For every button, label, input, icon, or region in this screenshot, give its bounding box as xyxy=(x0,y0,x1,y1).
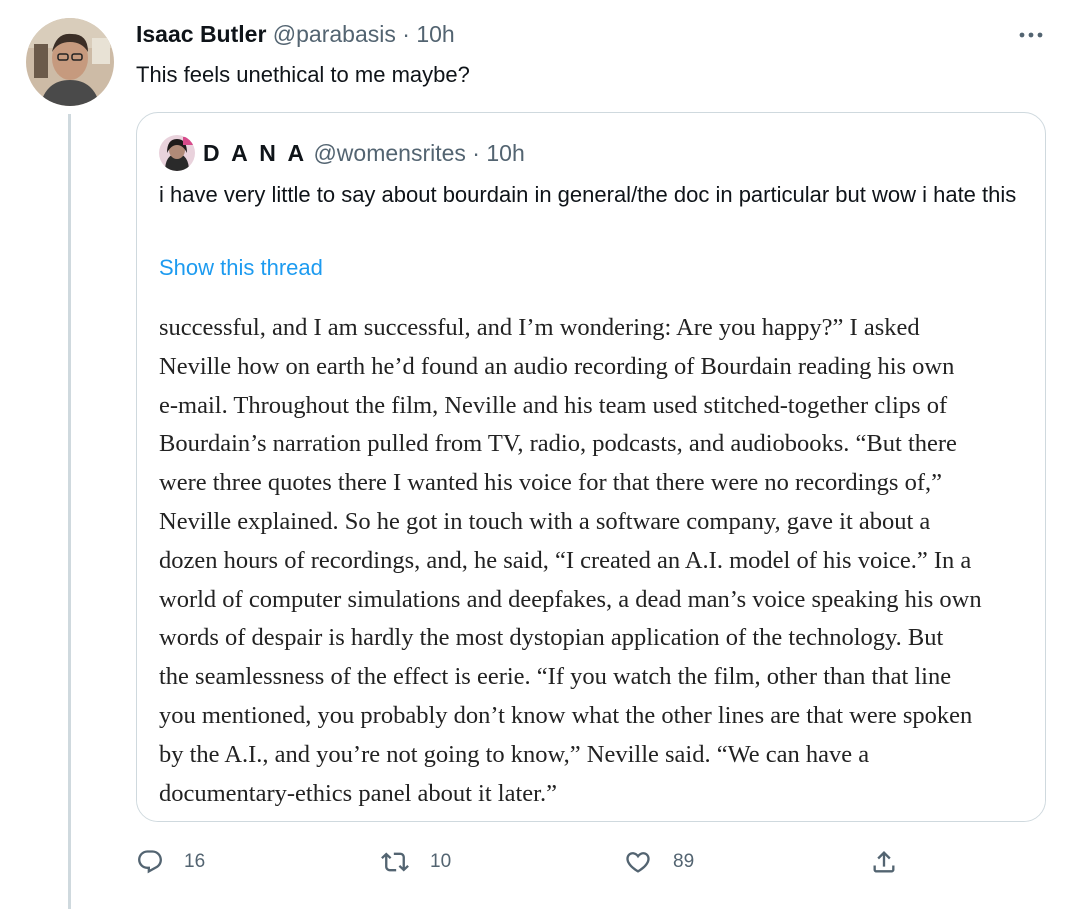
like-count: 89 xyxy=(673,851,695,872)
article-line: Neville explained. So he got in touch wi… xyxy=(159,507,931,535)
tweet-header: Isaac Butler @parabasis · 10h xyxy=(136,19,455,49)
quoted-meta-separator: · xyxy=(472,140,480,166)
reply-count: 16 xyxy=(184,851,206,872)
reply-icon xyxy=(138,850,162,874)
article-line: by the A.I., and you’re not going to kno… xyxy=(159,740,870,768)
tweet-text: This feels unethical to me maybe? xyxy=(136,62,470,87)
article-line: world of computer simulations and deepfa… xyxy=(159,585,982,613)
retweet-button[interactable]: 10 xyxy=(380,842,451,882)
tweet-time[interactable]: 10h xyxy=(416,21,454,47)
more-horizontal-icon xyxy=(1019,32,1043,38)
article-line: the seamlessness of the effect is eerie.… xyxy=(159,663,952,691)
article-line: you mentioned, you probably don’t know w… xyxy=(159,701,973,729)
quoted-author-handle[interactable]: @womensrites xyxy=(313,140,465,166)
article-line: documentary-ethics panel about it later.… xyxy=(159,779,557,807)
quoted-tweet-text: i have very little to say about bourdain… xyxy=(159,182,1017,207)
thread-line xyxy=(68,114,71,909)
quoted-author-name[interactable]: D A N A xyxy=(203,140,307,166)
share-button[interactable] xyxy=(870,842,898,882)
quoted-tweet-card[interactable]: D A N A @womensrites · 10h i have very l… xyxy=(136,112,1046,822)
article-line: were three quotes there I wanted his voi… xyxy=(159,469,942,497)
share-icon xyxy=(873,851,895,873)
article-line: words of despair is hardly the most dyst… xyxy=(159,624,944,652)
author-avatar[interactable] xyxy=(26,18,114,106)
article-line: Neville how on earth he’d found an audio… xyxy=(159,352,955,380)
article-line: successful, and I am successful, and I’m… xyxy=(159,314,920,341)
quoted-tweet-header: D A N A @womensrites · 10h xyxy=(203,139,525,167)
meta-separator: · xyxy=(402,21,410,47)
quoted-tweet-image[interactable]: successful, and I am successful, and I’m… xyxy=(137,305,1045,821)
quoted-tweet-time[interactable]: 10h xyxy=(486,140,524,166)
quoted-author-avatar[interactable] xyxy=(159,135,195,171)
more-button[interactable] xyxy=(1014,22,1048,48)
retweet-icon xyxy=(381,852,409,872)
show-thread-link[interactable]: Show this thread xyxy=(159,253,323,283)
article-line: dozen hours of recordings, and, he said,… xyxy=(159,546,972,574)
author-name[interactable]: Isaac Butler xyxy=(136,21,266,47)
article-line: Bourdain’s narration pulled from TV, rad… xyxy=(159,430,957,458)
author-handle[interactable]: @parabasis xyxy=(273,21,396,47)
article-line: e-mail. Throughout the film, Neville and… xyxy=(159,391,948,419)
reply-button[interactable]: 16 xyxy=(136,842,205,882)
like-button[interactable]: 89 xyxy=(623,842,694,882)
like-icon xyxy=(626,852,650,873)
retweet-count: 10 xyxy=(430,851,452,872)
tweet-actions: 16 10 89 xyxy=(136,842,916,886)
article-excerpt: successful, and I am successful, and I’m… xyxy=(159,309,1039,813)
